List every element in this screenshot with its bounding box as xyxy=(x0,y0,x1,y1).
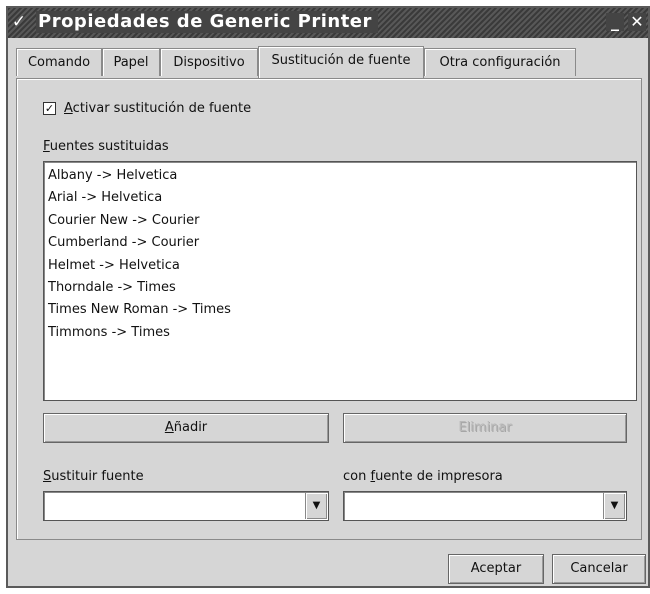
enable-substitution-row[interactable]: ✓ Activar sustitución de fuente xyxy=(43,101,251,116)
tab-papel[interactable]: Papel xyxy=(102,48,160,76)
add-button[interactable]: Añadir xyxy=(43,413,329,443)
list-item[interactable]: Times New Roman -> Times xyxy=(48,299,632,321)
list-item[interactable]: Thorndale -> Times xyxy=(48,277,632,299)
ok-button[interactable]: Aceptar xyxy=(448,554,544,584)
printer-properties-dialog: ✓ Propiedades de Generic Printer _ ✕ Com… xyxy=(6,6,650,588)
chevron-down-icon[interactable]: ▼ xyxy=(305,493,327,519)
title-bar[interactable]: ✓ Propiedades de Generic Printer _ ✕ xyxy=(8,8,648,38)
replace-font-combo[interactable]: ▼ xyxy=(43,491,329,521)
tab-panel: ✓ Activar sustitución de fuente Fuentes … xyxy=(16,78,642,540)
tab-bar: Comando Papel Dispositivo Sustitución de… xyxy=(16,46,640,78)
enable-substitution-label: Activar sustitución de fuente xyxy=(64,101,252,116)
cancel-button[interactable]: Cancelar xyxy=(552,554,646,584)
list-item[interactable]: Arial -> Helvetica xyxy=(48,187,632,209)
list-item[interactable]: Courier New -> Courier xyxy=(48,210,632,232)
enable-substitution-checkbox[interactable]: ✓ xyxy=(43,102,56,115)
close-icon[interactable]: ✕ xyxy=(628,13,646,31)
window-menu-icon[interactable]: ✓ xyxy=(10,12,28,32)
list-item[interactable]: Helmet -> Helvetica xyxy=(48,255,632,277)
substituted-fonts-list[interactable]: Albany -> Helvetica Arial -> Helvetica C… xyxy=(43,161,637,401)
minimize-icon[interactable]: _ xyxy=(606,13,624,31)
list-item[interactable]: Cumberland -> Courier xyxy=(48,232,632,254)
tab-otra-configuracion[interactable]: Otra configuración xyxy=(424,48,576,76)
substituted-fonts-label: Fuentes sustituidas xyxy=(43,139,169,154)
tab-comando[interactable]: Comando xyxy=(16,48,102,76)
remove-button[interactable]: Eliminar xyxy=(343,413,627,443)
replace-font-label: Sustituir fuente xyxy=(43,469,144,484)
list-item[interactable]: Timmons -> Times xyxy=(48,322,632,344)
chevron-down-icon[interactable]: ▼ xyxy=(603,493,625,519)
tab-sustitucion-de-fuente[interactable]: Sustitución de fuente xyxy=(258,46,424,78)
list-item[interactable]: Albany -> Helvetica xyxy=(48,165,632,187)
window-title: Propiedades de Generic Printer xyxy=(36,11,378,33)
printer-font-label: con fuente de impresora xyxy=(343,469,503,484)
printer-font-combo[interactable]: ▼ xyxy=(343,491,627,521)
tab-dispositivo[interactable]: Dispositivo xyxy=(160,48,258,76)
